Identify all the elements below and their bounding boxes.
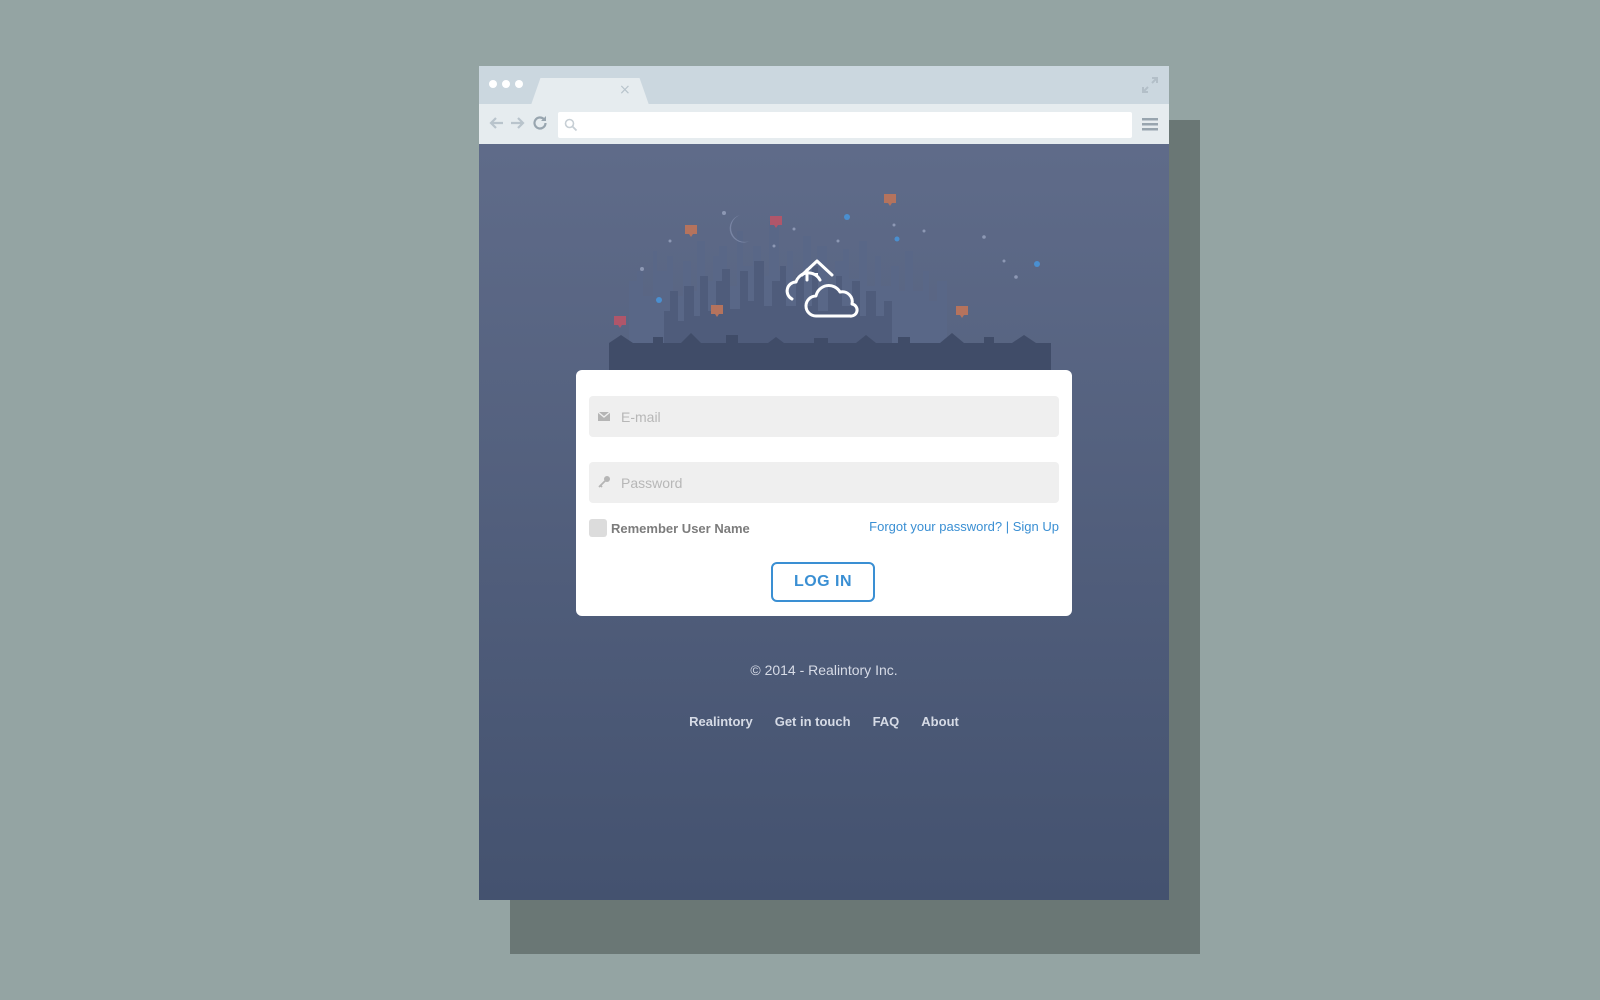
footer-link-realintory[interactable]: Realintory (689, 714, 753, 729)
arrow-left-icon[interactable] (487, 113, 507, 133)
hamburger-menu-icon[interactable] (1141, 116, 1159, 132)
login-button[interactable]: LOG IN (771, 562, 875, 602)
remember-label: Remember User Name (611, 520, 750, 536)
window-control-dot[interactable] (515, 80, 523, 88)
email-field[interactable] (589, 396, 1059, 437)
forgot-password-link[interactable]: Forgot your password? (869, 519, 1002, 534)
reload-icon[interactable] (530, 113, 550, 133)
key-icon (598, 476, 610, 488)
expand-icon[interactable] (1141, 76, 1159, 94)
footer-link-get-in-touch[interactable]: Get in touch (775, 714, 851, 729)
footer-nav: Realintory Get in touch FAQ About (479, 714, 1169, 729)
login-card: Remember User Name Forgot your password?… (576, 370, 1072, 616)
checkbox[interactable] (589, 519, 607, 537)
account-links: Forgot your password? | Sign Up (869, 519, 1059, 534)
password-input[interactable] (621, 462, 1051, 503)
address-bar[interactable] (558, 112, 1132, 138)
tab-close-icon[interactable]: × (619, 82, 631, 98)
remember-user-checkbox[interactable]: Remember User Name (589, 519, 750, 537)
browser-toolbar (479, 104, 1169, 144)
email-input[interactable] (621, 396, 1051, 437)
envelope-icon (597, 411, 611, 421)
address-input[interactable] (582, 112, 1128, 138)
footer-link-about[interactable]: About (921, 714, 959, 729)
city-skyline-illustration (609, 194, 1051, 370)
browser-window: × E-mail Remember User Name Forgot your … (479, 66, 1169, 900)
copyright-text: © 2014 - Realintory Inc. (750, 662, 898, 678)
link-separator: | (1005, 519, 1010, 534)
window-control-dot[interactable] (489, 80, 497, 88)
search-icon (564, 118, 578, 132)
window-controls (489, 80, 523, 88)
footer-link-faq[interactable]: FAQ (873, 714, 900, 729)
window-control-dot[interactable] (502, 80, 510, 88)
browser-titlebar: × (479, 66, 1169, 105)
sign-up-link[interactable]: Sign Up (1013, 519, 1059, 534)
password-field[interactable] (589, 462, 1059, 503)
arrow-right-icon[interactable] (507, 113, 527, 133)
browser-tab[interactable] (531, 78, 649, 105)
